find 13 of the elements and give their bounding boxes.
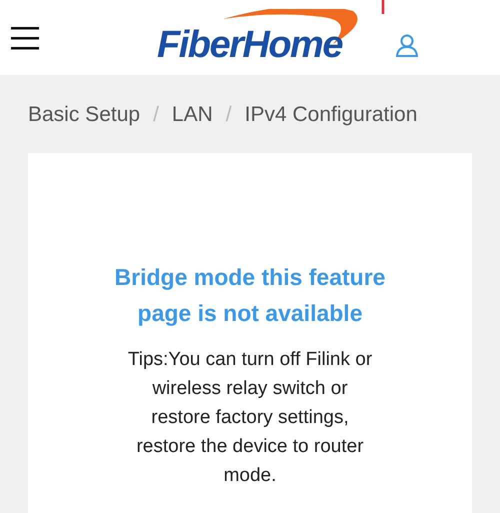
user-icon — [395, 33, 419, 57]
logo: FiberHome — [153, 8, 367, 70]
tips-text: Tips:You can turn off Filink or wireless relay switch or restore factory settings, restore the device to router mode. — [128, 348, 372, 488]
tick-mark — [380, 0, 386, 16]
breadcrumb-link[interactable]: Basic Setup — [28, 103, 140, 127]
menu-icon — [10, 26, 40, 50]
breadcrumb-link[interactable]: LAN — [172, 103, 213, 127]
user-button[interactable] — [395, 33, 419, 60]
breadcrumb-separator: / — [226, 103, 232, 127]
notice-title: Bridge mode this feature page is not available — [114, 263, 386, 328]
breadcrumb-separator: / — [153, 103, 159, 127]
breadcrumb-link[interactable]: IPv4 Configuration — [244, 103, 418, 127]
menu-button[interactable] — [10, 26, 40, 50]
